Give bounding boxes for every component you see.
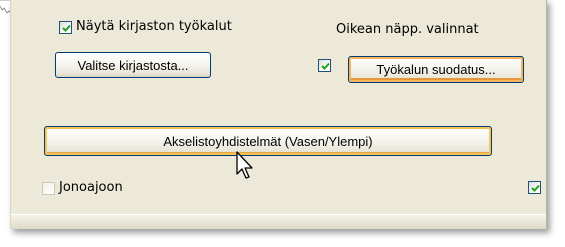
tool-filter-checkbox[interactable] [318,59,331,72]
axis-system-button[interactable]: Akselistoyhdistelmät (Vasen/Ylempi) [44,126,492,156]
checkmark-icon [62,24,71,32]
checkmark-icon [531,184,540,192]
right-bottom-checkbox[interactable] [528,181,541,194]
checkmark-icon [321,62,330,70]
screenshot-stage: Näytä kirjaston työkalut Oikean näpp. va… [0,0,565,247]
tool-filter-button-label: Työkalun suodatus... [376,62,496,77]
arrow-cursor-icon [236,151,253,179]
right-click-options-label: Oikean näpp. valinnat [336,22,479,37]
show-library-tools-label: Näytä kirjaston työkalut [76,19,232,34]
axis-system-button-label: Akselistoyhdistelmät (Vasen/Ylempi) [163,133,373,149]
queue-run-label: Jonoajoon [59,180,123,195]
select-from-library-button-label: Valitse kirjastosta... [77,57,189,73]
queue-run-checkbox[interactable] [42,182,55,195]
tool-filter-button[interactable]: Työkalun suodatus... [348,56,524,83]
select-from-library-button[interactable]: Valitse kirjastosta... [55,52,211,78]
show-library-tools-checkbox[interactable] [59,21,72,34]
panel-bottom-strip [11,214,546,229]
panel-edge [10,0,13,229]
